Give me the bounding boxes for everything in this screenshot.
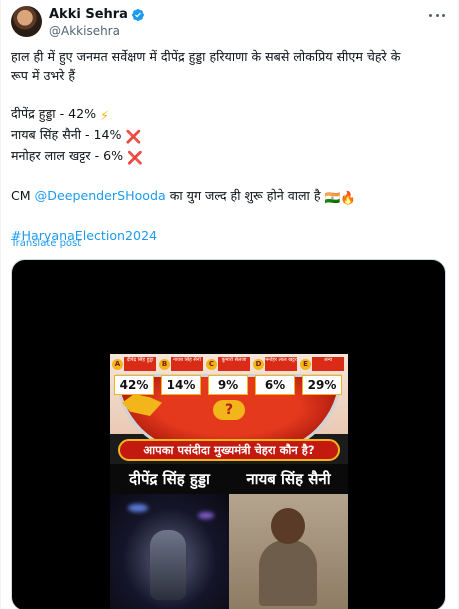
translate-post-link[interactable]: Translate post	[11, 238, 81, 249]
question-mark-badge: ?	[213, 400, 245, 420]
left-photo	[110, 494, 229, 609]
candidate-letter: E	[300, 359, 311, 370]
cm-suffix: का युग जल्द ही शुरू होने वाला है	[165, 188, 325, 203]
stat-khattar: मनोहर लाल खट्टर - 6% ❌	[11, 146, 451, 167]
right-person-name: नायब सिंह सैनी	[246, 470, 331, 488]
stat-saini-text: नायब सिंह सैनी - 14%	[11, 127, 126, 142]
candidate-letter: A	[112, 359, 123, 370]
cm-line: CM @DeependerSHooda का युग जल्द ही शुरू …	[11, 186, 451, 207]
candidate-d: D मनोहर लाल खट्टर 6%	[253, 357, 298, 399]
tweet-line-2: रूप में उभरे हैं	[11, 68, 76, 83]
candidate-letter: B	[159, 359, 170, 370]
author-name-row: Akki Sehra	[49, 7, 145, 22]
poll-question: आपका पसंदीदा मुख्यमंत्री चेहरा कौन है?	[118, 439, 340, 461]
cm-prefix: CM	[11, 188, 35, 203]
candidate-name: मनोहर लाल खट्टर	[265, 357, 297, 371]
video-thumbnail[interactable]: ? A दीपेंद्र सिंह हुड्डा 42% B नायब सिंह…	[110, 354, 348, 609]
tweet-text: हाल ही में हुए जनमत सर्वेक्षण में दीपेंद…	[11, 47, 451, 245]
candidate-percent: 14%	[161, 375, 201, 395]
candidate-name: नायब सिंह सैनी	[171, 357, 203, 371]
names-bar: दीपेंद्र सिंह हुड्डा नायब सिंह सैनी	[110, 464, 348, 494]
candidate-name: कुमारी सैलजा	[218, 357, 250, 371]
candidate-letter: D	[253, 359, 264, 370]
more-options-icon[interactable]	[429, 8, 445, 22]
candidate-a: A दीपेंद्र सिंह हुड्डा 42%	[112, 357, 157, 399]
candidate-percent: 9%	[208, 375, 248, 395]
tweet-line-1: हाल ही में हुए जनमत सर्वेक्षण में दीपेंद…	[11, 49, 401, 64]
candidate-percent: 6%	[255, 375, 295, 395]
stat-saini: नायब सिंह सैनी - 14% ❌	[11, 125, 451, 146]
candidate-e: E अन्य 29%	[300, 357, 345, 399]
video-media[interactable]: ? A दीपेंद्र सिंह हुड्डा 42% B नायब सिंह…	[11, 259, 446, 609]
candidate-b: B नायब सिंह सैनी 14%	[159, 357, 204, 399]
author-display-name[interactable]: Akki Sehra	[49, 7, 128, 22]
tweet-card[interactable]: Akki Sehra @Akkisehra हाल ही में हुए जनम…	[0, 0, 459, 609]
stat-hooda: दीपेंद्र हुड्डा - 42% ⚡	[11, 104, 451, 125]
stat-hooda-text: दीपेंद्र हुड्डा - 42%	[11, 106, 101, 121]
stat-khattar-text: मनोहर लाल खट्टर - 6%	[11, 148, 128, 163]
candidate-percent: 29%	[302, 375, 342, 395]
candidate-c: C कुमारी सैलजा 9%	[206, 357, 251, 399]
india-flag-icon: 🇮🇳	[324, 190, 341, 205]
cross-mark-icon: ❌	[127, 150, 143, 165]
lightning-icon: ⚡	[100, 108, 109, 123]
left-person-name: दीपेंद्र सिंह हुड्डा	[129, 470, 210, 488]
fire-icon: 🔥	[340, 190, 356, 205]
avatar[interactable]	[11, 6, 42, 37]
right-photo	[229, 494, 348, 609]
candidate-percent: 42%	[114, 375, 154, 395]
author-handle[interactable]: @Akkisehra	[49, 24, 120, 38]
verified-badge-icon	[131, 8, 144, 21]
candidate-name: दीपेंद्र सिंह हुड्डा	[124, 357, 156, 371]
poll-graphic: ? A दीपेंद्र सिंह हुड्डा 42% B नायब सिंह…	[110, 354, 348, 454]
candidate-letter: C	[206, 359, 217, 370]
candidate-name: अन्य	[312, 357, 344, 371]
cross-mark-icon: ❌	[125, 129, 142, 144]
mention-link[interactable]: @DeependerSHooda	[35, 188, 166, 203]
